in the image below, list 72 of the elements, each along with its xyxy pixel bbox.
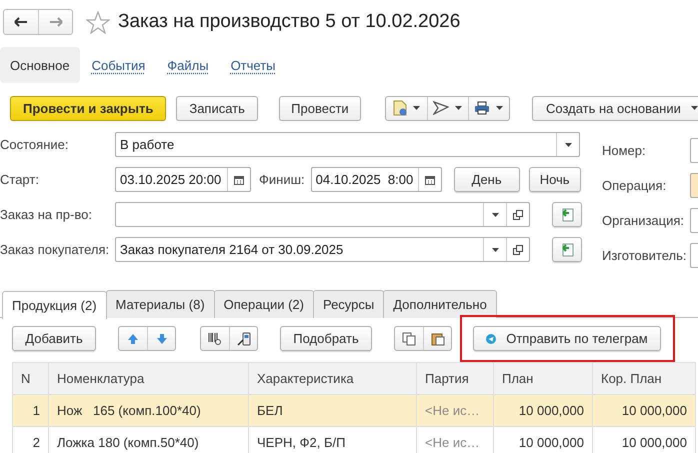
date-time-field[interactable]: 04.10.2025 8:00 <box>310 167 442 192</box>
field-label: Изготовитель: <box>602 248 688 263</box>
window-title: Заказ на производство 5 от 10.02.2026 <box>118 11 460 33</box>
field-label: Операция: <box>602 178 668 193</box>
field-label: Финиш: <box>259 172 305 187</box>
document-icon <box>392 100 407 116</box>
pick-button[interactable]: Подобрать <box>280 326 372 351</box>
column-header[interactable]: Кор. План <box>592 362 696 394</box>
toolbar-button[interactable]: Провести <box>278 96 361 120</box>
back-arrow-icon <box>14 17 28 27</box>
clipboard-icon <box>430 332 444 346</box>
field-label: Организация: <box>602 213 686 228</box>
barcode-icon <box>208 332 222 346</box>
section-link[interactable]: Отчеты <box>220 47 286 83</box>
field-label: Номер: <box>602 143 647 158</box>
fill-from-document-button[interactable] <box>552 202 582 227</box>
date-time-field[interactable]: 03.10.2025 20:00 <box>115 167 251 192</box>
section-tab[interactable]: Основное <box>0 47 80 83</box>
paper-plane-icon <box>433 101 450 115</box>
caret-icon <box>412 106 420 110</box>
up-arrow-icon <box>127 332 139 344</box>
column-header[interactable]: План <box>494 362 592 394</box>
shift-button[interactable]: День <box>454 167 520 192</box>
calendar-icon <box>234 174 244 184</box>
caret-icon <box>496 106 504 110</box>
tab[interactable]: Операции (2) <box>214 290 314 318</box>
table-cell: БЕЛ <box>248 394 416 426</box>
create-based-on-button[interactable]: Создать на основании <box>532 96 698 120</box>
fill-from-document-button[interactable] <box>552 237 582 262</box>
customer-order-field[interactable]: Заказ покупателя 2164 от 30.09.2025 <box>115 237 530 262</box>
toolbar-button[interactable]: Записать <box>176 96 258 120</box>
table-cell: 10 000,000 <box>494 394 592 426</box>
production-order-field[interactable] <box>115 202 530 227</box>
tab[interactable]: Ресурсы <box>312 290 384 318</box>
caret-icon <box>492 212 498 216</box>
table-cell: 2 <box>12 426 48 453</box>
add-button[interactable]: Добавить <box>12 326 96 351</box>
table-cell: 10 000,000 <box>592 394 696 426</box>
tab[interactable]: Дополнительно <box>383 290 497 318</box>
column-header[interactable]: Партия <box>416 362 494 394</box>
status-dropdown[interactable]: В работе <box>115 132 580 157</box>
caret-icon <box>690 106 698 110</box>
forward-arrow-icon <box>48 17 62 27</box>
table-cell: <Не ис… <box>416 394 494 426</box>
scanner-icon <box>236 332 250 346</box>
caret-icon <box>455 106 462 110</box>
open-window-icon <box>513 244 523 254</box>
caret-icon <box>564 142 572 146</box>
table-cell: 1 <box>12 394 48 426</box>
open-window-icon <box>513 210 523 220</box>
section-link[interactable]: События <box>82 47 156 83</box>
copy-icon <box>402 332 416 346</box>
send-telegram-button[interactable]: Отправить по телеграм <box>473 326 661 351</box>
field-label: Старт: <box>0 172 40 187</box>
shift-button[interactable]: Ночь <box>528 167 581 192</box>
down-arrow-icon <box>156 332 168 344</box>
table-cell: Нож 165 (комп.100*40) <box>48 394 248 426</box>
tab[interactable]: Материалы (8) <box>106 290 215 318</box>
post-and-close-button[interactable]: Провести и закрыть <box>10 96 166 120</box>
field-label: Состояние: <box>0 137 70 152</box>
field-label: Заказ на пр-во: <box>0 207 93 222</box>
tab[interactable]: Продукция (2) <box>2 291 107 319</box>
telegram-icon <box>486 334 496 344</box>
printer-icon <box>474 101 490 115</box>
calendar-icon <box>424 174 435 184</box>
column-header[interactable]: Характеристика <box>248 362 416 394</box>
field-label: Заказ покупателя: <box>0 242 110 257</box>
column-header[interactable]: N <box>12 362 48 394</box>
column-header[interactable]: Номенклатура <box>48 362 248 394</box>
star-icon[interactable] <box>86 10 110 34</box>
caret-icon <box>492 248 498 252</box>
section-link[interactable]: Файлы <box>157 47 219 83</box>
